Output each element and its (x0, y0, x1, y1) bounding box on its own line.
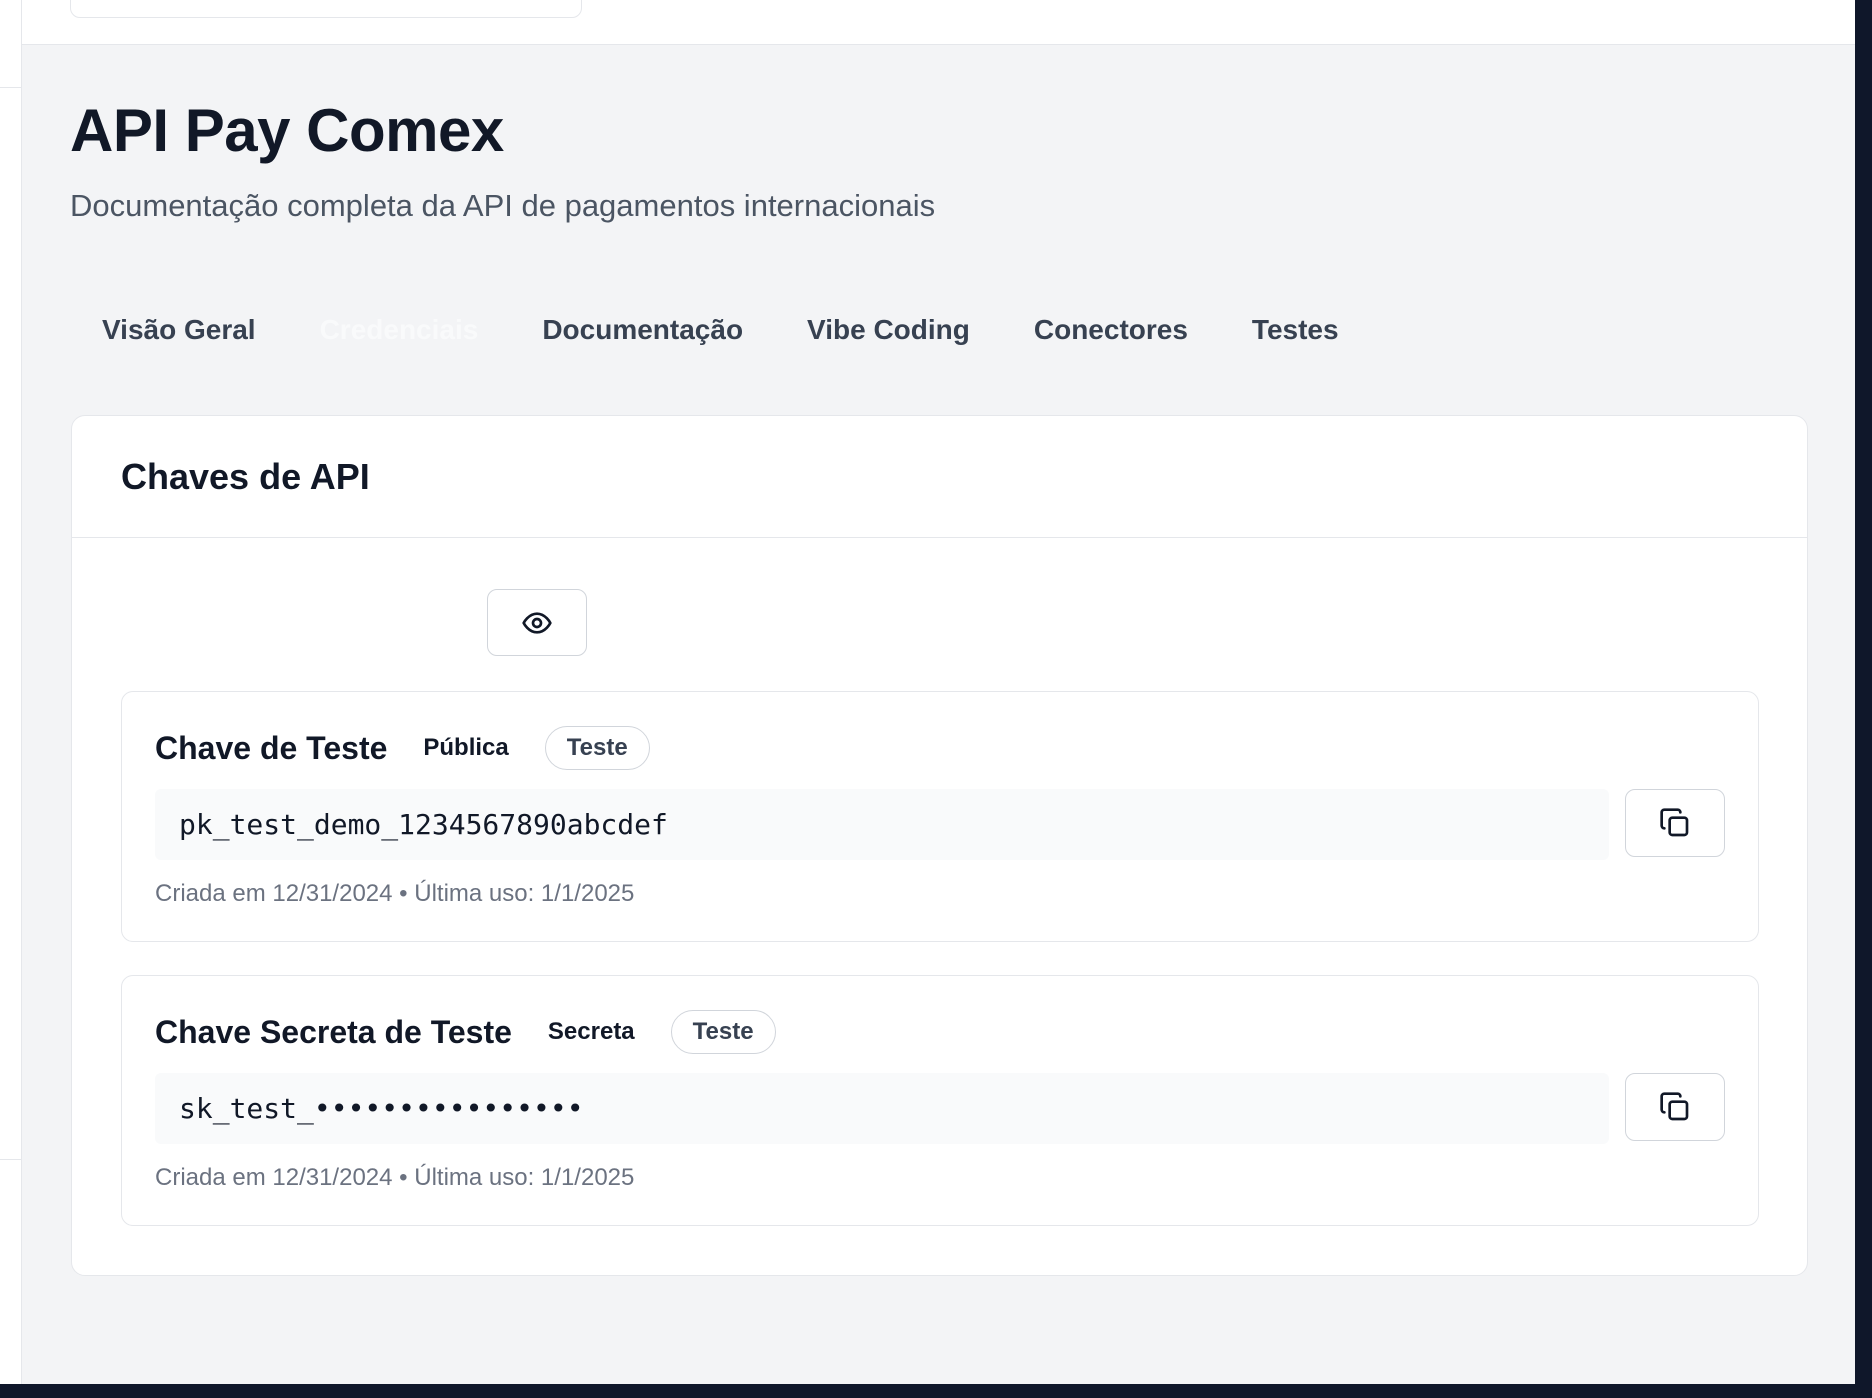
api-keys-card: Chaves de API Chave de Teste Pública Tes… (71, 415, 1808, 1276)
environment-badge: Teste (670, 1010, 776, 1054)
key-name: Chave Secreta de Teste (155, 1013, 512, 1050)
card-header: Chaves de API (72, 416, 1807, 538)
tab-testes[interactable]: Testes (1220, 304, 1371, 356)
search-input[interactable] (70, 0, 582, 18)
toggle-visibility-button[interactable] (487, 589, 587, 656)
copy-key-button[interactable] (1625, 789, 1725, 857)
tab-visao-geral[interactable]: Visão Geral (70, 304, 288, 356)
key-value-field[interactable]: pk_test_demo_1234567890abcdef (155, 789, 1609, 860)
sidebar-divider (0, 1159, 22, 1160)
tab-documentacao[interactable]: Documentação (510, 304, 775, 356)
key-metadata: Criada em 12/31/2024 • Última uso: 1/1/2… (155, 880, 635, 907)
sidebar-edge (0, 0, 22, 1384)
key-header: Chave Secreta de Teste Secreta Teste (155, 1010, 776, 1054)
tab-vibe-coding[interactable]: Vibe Coding (775, 304, 1002, 356)
eye-icon (521, 607, 553, 639)
tab-bar: Visão Geral Credenciais Documentação Vib… (70, 304, 1371, 356)
tab-credenciais[interactable]: Credenciais (288, 304, 511, 356)
key-metadata: Criada em 12/31/2024 • Última uso: 1/1/2… (155, 1164, 635, 1191)
card-title: Chaves de API (121, 455, 370, 497)
key-type-label: Secreta (547, 1018, 635, 1045)
tab-conectores[interactable]: Conectores (1002, 304, 1220, 356)
key-name: Chave de Teste (155, 729, 388, 766)
copy-key-button[interactable] (1625, 1073, 1725, 1141)
key-value-field[interactable]: sk_test_•••••••••••••••• (155, 1073, 1609, 1144)
key-type-label: Pública (423, 734, 509, 761)
key-header: Chave de Teste Pública Teste (155, 726, 650, 770)
page-subtitle: Documentação completa da API de pagament… (70, 188, 936, 223)
copy-icon (1659, 1091, 1691, 1123)
api-key-item: Chave de Teste Pública Teste pk_test_dem… (121, 691, 1759, 942)
top-bar (22, 0, 1855, 45)
api-key-item: Chave Secreta de Teste Secreta Teste sk_… (121, 975, 1759, 1226)
sidebar-divider (0, 87, 22, 88)
page-title: API Pay Comex (70, 97, 504, 164)
environment-badge: Teste (544, 726, 650, 770)
app-frame: API Pay Comex Documentação completa da A… (0, 0, 1855, 1384)
copy-icon (1659, 807, 1691, 839)
